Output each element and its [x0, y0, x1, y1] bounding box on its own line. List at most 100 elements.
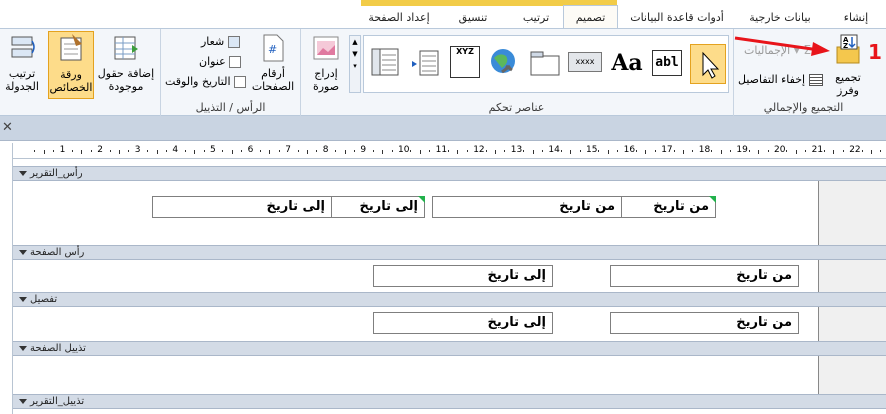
ruler-tick — [147, 150, 149, 152]
horizontal-ruler: 1234567891011121314151617181920212223 — [13, 143, 886, 159]
ruler-number: 14 — [548, 145, 560, 155]
title-icon — [229, 56, 242, 68]
ruler-tick — [260, 150, 261, 152]
band-detail[interactable]: تفصيل — [13, 292, 886, 307]
scroll-more-icon[interactable]: ▾ — [350, 60, 360, 72]
ruler-tick — [504, 150, 506, 152]
tab-create[interactable]: إنشاء — [826, 6, 886, 29]
ruler-number: 3 — [134, 145, 141, 155]
ruler-tick — [842, 150, 844, 152]
tab-format[interactable]: تنسيق — [438, 6, 508, 29]
hyperlink-tool-icon[interactable] — [488, 46, 520, 80]
ruler-tick — [90, 150, 92, 152]
ruler-number: 5 — [210, 145, 216, 155]
ruler-tick — [532, 150, 534, 154]
ruler-tick — [673, 150, 675, 152]
ruler-tick — [645, 150, 647, 154]
close-icon[interactable]: ✕ — [2, 120, 13, 135]
tab-external-data[interactable]: بيانات خارجية — [736, 6, 824, 29]
group-sort-label: تجميع وفرز — [835, 71, 861, 97]
page-header-to-date[interactable]: إلى تاريخ — [373, 265, 553, 287]
tab-control-tool-icon[interactable] — [530, 50, 560, 76]
ruler-tick — [466, 150, 468, 152]
band-report-footer[interactable]: تذييل_التقرير — [13, 394, 886, 409]
controls-scroll[interactable]: ▲ ▼ ▾ — [349, 35, 361, 93]
band-report-footer-label: تذييل_التقرير — [19, 395, 84, 409]
group-tools: إضافة حقول موجودة ورقة الخصائص ترتيب الج… — [0, 29, 160, 116]
group-header-footer: # أرقام الصفحات شعار عنوان التاريخ والوق… — [160, 29, 300, 116]
ruler-tick — [128, 150, 130, 152]
ruler-tick — [156, 150, 158, 154]
page-numbers-button[interactable]: # أرقام الصفحات — [249, 33, 297, 93]
svg-text:Z: Z — [843, 42, 848, 50]
ruler-tick — [579, 150, 581, 152]
property-sheet-button[interactable]: ورقة الخصائص — [48, 31, 94, 99]
tab-arrange[interactable]: ترتيب — [510, 6, 562, 29]
ruler-tick — [34, 150, 36, 152]
ruler-tick — [730, 150, 731, 152]
tab-order-button[interactable]: ترتيب الجدولة — [0, 33, 44, 93]
scroll-down-icon[interactable]: ▼ — [350, 48, 360, 60]
band-report-header[interactable]: رأس_التقرير — [13, 166, 886, 181]
detail-from-date[interactable]: من تاريخ — [610, 312, 799, 334]
ruler-number: 20 — [774, 145, 786, 155]
page-numbers-label: أرقام الصفحات — [251, 67, 295, 93]
report-header-from-date-1[interactable]: من تاريخ — [620, 196, 716, 218]
title-button[interactable]: عنوان — [199, 53, 242, 70]
ruler-tick — [795, 150, 797, 154]
tab-design[interactable]: تصميم — [563, 5, 618, 29]
ruler-tick — [194, 150, 196, 154]
annotation-arrow-icon — [734, 36, 830, 56]
ruler-tick — [617, 150, 619, 152]
scroll-up-icon[interactable]: ▲ — [350, 36, 360, 48]
title-label: عنوان — [199, 55, 226, 68]
insert-image-icon — [313, 36, 339, 60]
ruler-tick — [448, 150, 449, 152]
band-page-footer[interactable]: تذييل الصفحة — [13, 341, 886, 356]
detail-to-date[interactable]: إلى تاريخ — [373, 312, 553, 334]
vertical-ruler — [0, 143, 13, 414]
ruler-number: 2 — [97, 145, 103, 155]
add-fields-button[interactable]: إضافة حقول موجودة — [96, 33, 156, 93]
button-tool-icon[interactable]: xxxx — [568, 52, 602, 72]
ruler-tick — [391, 150, 393, 152]
ruler-tick — [871, 150, 872, 154]
ruler-tick — [880, 150, 882, 152]
insert-image-button[interactable]: إدراج صورة — [307, 33, 345, 93]
tab-page-setup[interactable]: إعداد الصفحة — [362, 6, 436, 29]
ruler-number: 15 — [586, 145, 598, 155]
logo-button[interactable]: شعار — [201, 33, 240, 50]
hide-details-button[interactable]: إخفاء التفاصيل — [738, 71, 823, 88]
tab-database-tools[interactable]: أدوات قاعدة البيانات — [619, 6, 735, 29]
group-sort-icon: A Z — [836, 34, 860, 64]
ruler-tick — [720, 150, 722, 154]
page-numbers-icon: # — [263, 34, 284, 62]
label-tool-icon[interactable]: Aa — [610, 48, 644, 78]
ruler-tick — [354, 150, 355, 152]
section-page-header: من تاريخ إلى تاريخ — [13, 260, 886, 292]
ruler-tick — [683, 150, 684, 154]
report-header-to-date-2[interactable]: إلى تاريخ — [152, 196, 332, 218]
report-header-to-date-1[interactable]: إلى تاريخ — [330, 196, 425, 218]
svg-text:#: # — [268, 43, 277, 56]
ruler-tick — [495, 150, 496, 154]
ruler-number: 16 — [623, 145, 636, 155]
ruler-tick — [53, 150, 55, 152]
page-header-from-date[interactable]: من تاريخ — [610, 265, 799, 287]
textbox-tool-icon[interactable]: abl — [652, 50, 682, 76]
frame-tool-icon[interactable]: XYZ — [450, 46, 480, 78]
report-header-from-date-2[interactable]: من تاريخ — [432, 196, 622, 218]
ruler-tick — [166, 150, 167, 152]
ruler-tick — [419, 150, 421, 154]
ruler-tick — [598, 150, 600, 152]
ruler-tick — [786, 150, 788, 152]
section-page-footer — [13, 356, 886, 394]
select-tool[interactable] — [690, 44, 726, 84]
ruler-tick — [824, 150, 825, 152]
list-tool-icon[interactable] — [410, 48, 440, 78]
section-detail: من تاريخ إلى تاريخ — [13, 307, 886, 341]
band-page-header[interactable]: رأس الصفحة — [13, 245, 886, 260]
combo-tool-icon[interactable] — [370, 46, 400, 78]
ruler-tick — [410, 150, 412, 152]
date-time-button[interactable]: التاريخ والوقت — [165, 73, 247, 90]
